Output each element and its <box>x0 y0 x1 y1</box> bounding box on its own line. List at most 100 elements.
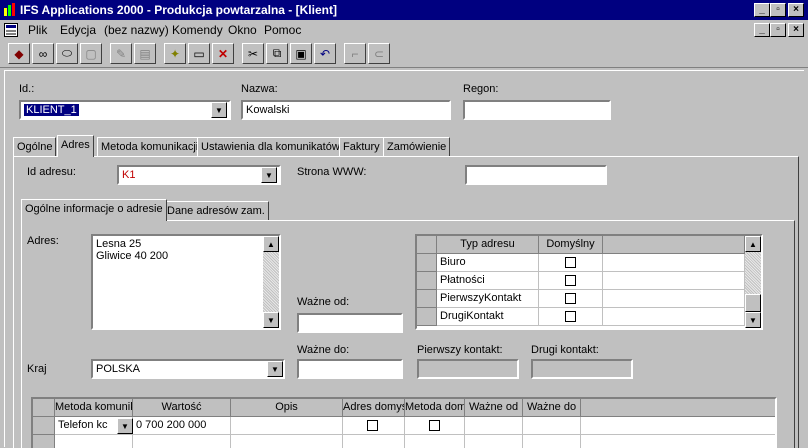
tab-faktury[interactable]: Faktury <box>339 137 384 157</box>
empty-cell[interactable] <box>55 435 133 448</box>
empty-cell[interactable] <box>405 435 465 448</box>
row-header[interactable] <box>417 290 437 308</box>
scroll-up-button[interactable]: ▲ <box>745 236 761 252</box>
empty-cell[interactable] <box>523 435 581 448</box>
empty-cell[interactable] <box>343 435 405 448</box>
table-row-value[interactable]: 0 700 200 000 <box>133 417 231 435</box>
tab-zamowienie[interactable]: Zamówienie <box>383 137 451 157</box>
second-contact-field[interactable] <box>531 359 633 379</box>
menu-plik[interactable]: Plik <box>28 23 47 37</box>
table-row-type[interactable]: Biuro <box>437 254 539 272</box>
country-dropdown-button[interactable]: ▼ <box>267 361 283 377</box>
default-checkbox[interactable] <box>565 293 576 304</box>
table-row-method-default[interactable] <box>405 417 465 435</box>
table-row-description[interactable] <box>231 417 343 435</box>
scroll-down-button[interactable]: ▼ <box>263 312 279 328</box>
table-row-default[interactable] <box>539 308 603 326</box>
table-row-default[interactable] <box>539 272 603 290</box>
address-id-dropdown-button[interactable]: ▼ <box>261 167 277 183</box>
subtab-general-address-info[interactable]: Ogólne informacje o adresie <box>21 199 167 221</box>
country-field[interactable]: POLSKA <box>91 359 285 379</box>
table-row-valid-from[interactable] <box>465 417 523 435</box>
column-header-wazne-od[interactable]: Ważne od <box>465 399 523 417</box>
address-default-checkbox[interactable] <box>367 420 378 431</box>
table-row-address-default[interactable] <box>343 417 405 435</box>
restore-button[interactable]: ▫ <box>770 3 786 17</box>
regon-field[interactable] <box>463 100 611 120</box>
types-table-scrollbar[interactable]: ▲ ▼ <box>745 236 761 328</box>
row-header[interactable] <box>417 272 437 290</box>
column-header-domyslny[interactable]: Domyślny <box>539 236 603 254</box>
new-button[interactable]: ✦ <box>164 43 186 64</box>
valid-to-field[interactable] <box>297 359 403 379</box>
name-field[interactable]: Kowalski <box>241 100 451 120</box>
tab-ustawienia-komunikatow[interactable]: Ustawienia dla komunikatów <box>197 137 344 157</box>
search-button[interactable]: ∞ <box>32 43 54 64</box>
title-bar[interactable]: IFS Applications 2000 - Produkcja powtar… <box>0 0 808 20</box>
empty-cell[interactable] <box>133 435 231 448</box>
column-header-metoda-domyslna[interactable]: Metoda dom <box>405 399 465 417</box>
valid-from-field[interactable] <box>297 313 403 333</box>
scroll-down-button[interactable]: ▼ <box>745 312 761 328</box>
table-row-default[interactable] <box>539 290 603 308</box>
column-header-wartosc[interactable]: Wartość <box>133 399 231 417</box>
row-header[interactable] <box>33 435 55 448</box>
cut-button[interactable]: ✂ <box>242 43 264 64</box>
populate-button[interactable]: ◆ <box>8 43 30 64</box>
adres-textarea[interactable]: Lesna 25 Gliwice 40 200 <box>91 234 281 330</box>
table-row-type[interactable]: DrugiKontakt <box>437 308 539 326</box>
empty-cell[interactable] <box>465 435 523 448</box>
child-restore-button[interactable]: ▫ <box>770 23 786 37</box>
column-header-wazne-do[interactable]: Ważne do <box>523 399 581 417</box>
undo-button[interactable]: ↶ <box>314 43 336 64</box>
scroll-thumb[interactable] <box>745 294 761 312</box>
www-field[interactable] <box>465 165 607 185</box>
menu-pomoc[interactable]: Pomoc <box>264 23 301 37</box>
table-row-type[interactable]: PierwszyKontakt <box>437 290 539 308</box>
save-button[interactable]: ▤ <box>134 43 156 64</box>
row-header[interactable] <box>417 254 437 272</box>
menu-okno[interactable]: Okno <box>228 23 257 37</box>
subtab-order-address-data[interactable]: Dane adresów zam. <box>163 201 269 221</box>
blank-button[interactable]: ▢ <box>80 43 102 64</box>
child-close-button[interactable]: × <box>788 23 804 37</box>
first-contact-field[interactable] <box>417 359 519 379</box>
document-button[interactable]: ⌐ <box>344 43 366 64</box>
menu-edycja[interactable]: Edycja <box>60 23 96 37</box>
default-checkbox[interactable] <box>565 275 576 286</box>
paste-button[interactable]: ▣ <box>290 43 312 64</box>
copy-button[interactable]: ⧉ <box>266 43 288 64</box>
tab-metoda-komunikacji[interactable]: Metoda komunikacji <box>97 137 203 157</box>
child-minimize-button[interactable]: _ <box>754 23 770 37</box>
default-checkbox[interactable] <box>565 311 576 322</box>
close-button[interactable]: × <box>788 3 804 17</box>
row-header[interactable] <box>417 308 437 326</box>
minimize-button[interactable]: _ <box>754 3 770 17</box>
table-row-valid-to[interactable] <box>523 417 581 435</box>
attach-button[interactable]: ⊂ <box>368 43 390 64</box>
delete-button[interactable]: ✕ <box>212 43 234 64</box>
method-dropdown-button[interactable]: ▼ <box>117 418 133 434</box>
table-row-default[interactable] <box>539 254 603 272</box>
menu-komendy[interactable]: Komendy <box>172 23 223 37</box>
document-icon[interactable] <box>4 23 18 37</box>
id-field[interactable]: KLIENT_1 <box>19 100 231 120</box>
edit-button[interactable]: ✎ <box>110 43 132 64</box>
scroll-up-button[interactable]: ▲ <box>263 236 279 252</box>
column-header-typ-adresu[interactable]: Typ adresu <box>437 236 539 254</box>
empty-cell[interactable] <box>231 435 343 448</box>
id-dropdown-button[interactable]: ▼ <box>211 102 227 118</box>
column-header-adres-domyslny[interactable]: Adres domyś <box>343 399 405 417</box>
menu-bez-nazwy[interactable]: (bez nazwy) <box>104 23 169 37</box>
adres-scrollbar[interactable]: ▲ ▼ <box>263 236 279 328</box>
method-default-checkbox[interactable] <box>429 420 440 431</box>
duplicate-button[interactable]: ▭ <box>188 43 210 64</box>
address-id-field[interactable]: K1 <box>117 165 281 185</box>
row-header[interactable] <box>33 417 55 435</box>
tab-adres[interactable]: Adres <box>57 135 94 157</box>
table-row-type[interactable]: Płatności <box>437 272 539 290</box>
clear-button[interactable]: ⬭ <box>56 43 78 64</box>
column-header-opis[interactable]: Opis <box>231 399 343 417</box>
column-header-metoda[interactable]: Metoda komunik <box>55 399 133 417</box>
default-checkbox[interactable] <box>565 257 576 268</box>
